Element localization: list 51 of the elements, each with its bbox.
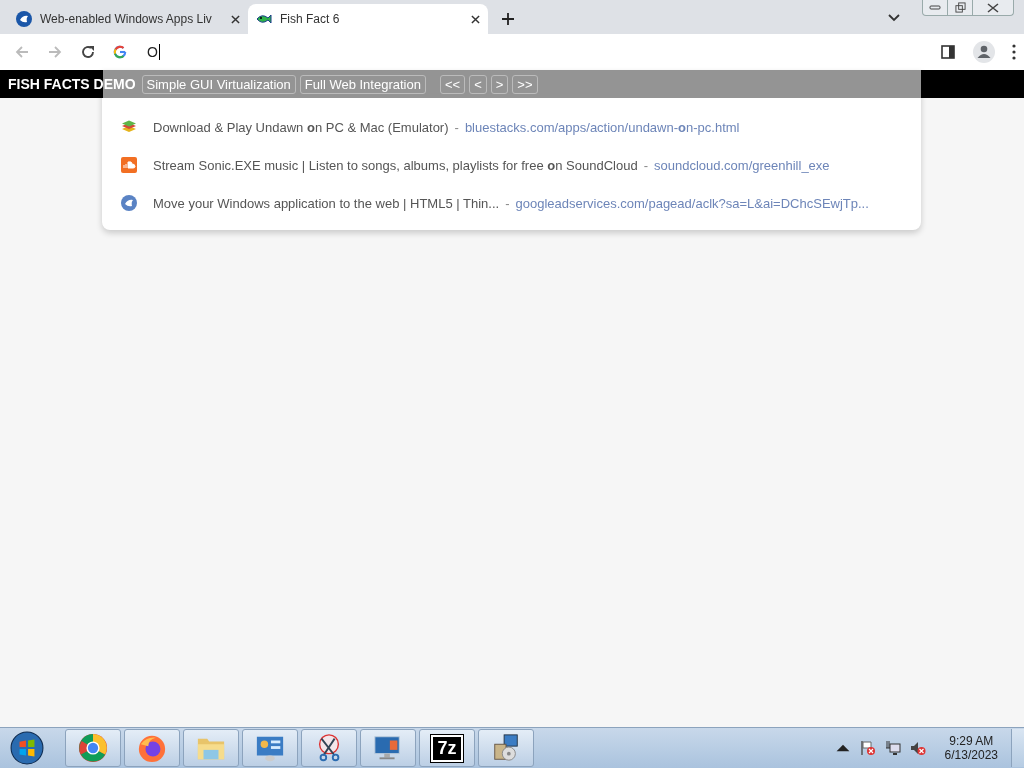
reload-icon[interactable] [80,44,96,60]
new-tab-icon[interactable] [502,13,514,25]
clock-date: 6/13/2023 [944,748,998,762]
bird-circle-icon [16,11,32,27]
minimize-icon [929,4,941,11]
separator-text: - [454,119,459,135]
fox-globe-icon [137,733,167,763]
clock[interactable]: 9:29 AM 6/13/2023 [944,734,998,762]
browser-tab[interactable]: Web-enabled Windows Apps Liv [8,4,248,34]
suggestion-title: Move your Windows application to the web | HTML5 | Thin... [153,195,500,211]
suggestion-row[interactable]: Stream Sonic.EXE music | Listen to songs, albums, playlists for free on SoundCloud - soundcloud.com/greenhill_exe [102,146,921,184]
suggestion-url: googleadservices.com/pagead/aclk?sa=L&ai=DChcSEwjTp... [515,195,869,211]
tab-title: Web-enabled Windows Apps Liv [40,12,213,26]
google-g-icon [113,45,127,59]
side-panel-icon[interactable] [940,44,956,60]
suggestion-row[interactable]: Move your Windows application to the web | HTML5 | Thin... - googleadservices.com/pagead/aclk?sa=L&ai=DChcSEwjTp... [102,184,921,222]
close-icon [987,2,999,13]
taskbar-button[interactable] [301,729,357,767]
network-icon[interactable] [884,740,901,756]
close-icon[interactable] [231,14,240,24]
bird-circle-icon [121,195,137,211]
cloud-icon [121,157,137,173]
chevron-down-icon[interactable] [888,14,900,22]
flag-warning-icon[interactable] [859,740,876,756]
suggestion-title: Download & Play Undawn on PC & Mac (Emulator) [153,119,449,135]
suggestion-url: soundcloud.com/greenhill_exe [653,157,830,173]
layers-icon [121,119,137,135]
clock-time: 9:29 AM [949,734,994,748]
suggestion-url: bluestacks.com/apps/action/undawn-on-pc.html [464,119,740,135]
close-icon[interactable] [471,14,480,24]
installer-icon [491,733,521,763]
address-field[interactable]: O [147,44,160,60]
profile-icon[interactable] [973,41,995,63]
speaker-muted-icon[interactable] [909,740,926,756]
taskbar-button[interactable] [478,729,534,767]
menu-icon[interactable] [1012,44,1016,60]
archive-logo: 7z [431,734,463,762]
suggestion-title: Stream Sonic.EXE music | Listen to songs, albums, playlists for free on SoundCloud [153,157,638,173]
taskbar-button[interactable] [360,729,416,767]
suggestion-row[interactable]: Download & Play Undawn on PC & Mac (Emulator) - bluestacks.com/apps/action/undawn-on-pc.html [102,108,921,146]
taskbar-button[interactable]: 7z [419,729,475,767]
separator-text: - [505,195,510,211]
start-button[interactable] [10,731,44,765]
restore-icon [954,2,966,13]
tab-title: Fish Fact 6 [280,12,341,26]
taskbar-button[interactable] [124,729,180,767]
separator-text: - [643,157,648,173]
taskbar-button[interactable] [65,729,121,767]
browser-tab[interactable]: Fish Fact 6 [248,4,488,34]
chrome-logo-icon [78,733,108,763]
taskbar-button[interactable] [242,729,298,767]
